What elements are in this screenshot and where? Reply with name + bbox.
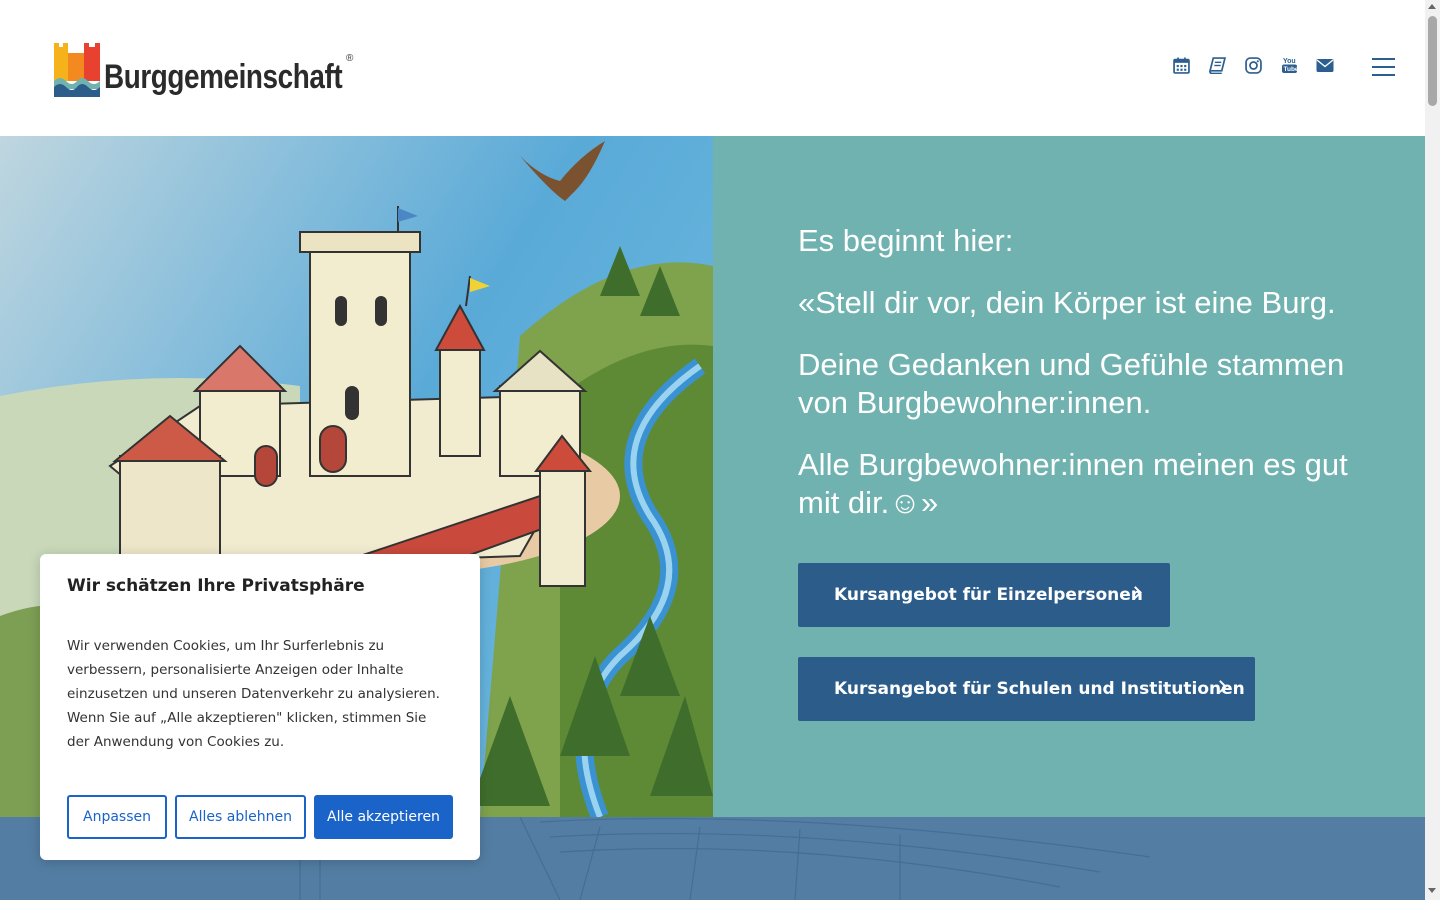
book-icon[interactable] xyxy=(1208,56,1226,74)
site-header: Burggemeinschaft ® You Tube xyxy=(0,0,1425,136)
courses-schools-button[interactable]: Kursangebot für Schulen und Institutione… xyxy=(798,657,1255,721)
header-icon-bar: You Tube xyxy=(1172,56,1334,74)
envelope-icon[interactable] xyxy=(1316,56,1334,74)
cookie-body: Wir verwenden Cookies, um Ihr Surferlebn… xyxy=(67,638,440,750)
calendar-icon[interactable] xyxy=(1172,56,1190,74)
registered-mark: ® xyxy=(346,53,354,64)
hero-text-panel: Es beginnt hier: «Stell dir vor, dein Kö… xyxy=(713,136,1425,817)
courses-individuals-label: Kursangebot für Einzelpersonen xyxy=(834,585,1143,605)
svg-text:You: You xyxy=(1283,58,1296,65)
page-scrollbar[interactable] xyxy=(1425,0,1440,900)
hero-line-1: Es beginnt hier: xyxy=(798,223,1014,258)
castle-logo-icon xyxy=(54,43,100,97)
youtube-icon[interactable]: You Tube xyxy=(1280,56,1298,74)
hero-line-4: Alle Burgbewohner:innen meinen es gut mi… xyxy=(798,447,1348,520)
cookie-customize-button[interactable]: Anpassen xyxy=(67,795,167,839)
logo-wordmark: Burggemeinschaft xyxy=(104,58,343,96)
hero-line-2: «Stell dir vor, dein Körper ist eine Bur… xyxy=(798,285,1336,320)
cookie-title: Wir schätzen Ihre Privatsphäre xyxy=(67,576,365,596)
scroll-thumb[interactable] xyxy=(1428,16,1437,106)
instagram-icon[interactable] xyxy=(1244,56,1262,74)
hero-quote: Es beginnt hier: «Stell dir vor, dein Kö… xyxy=(798,222,1358,546)
hero-line-3: Deine Gedanken und Gefühle stammen von B… xyxy=(798,347,1345,420)
cookie-consent-dialog: Wir schätzen Ihre Privatsphäre Wir verwe… xyxy=(40,554,480,860)
courses-individuals-button[interactable]: Kursangebot für Einzelpersonen xyxy=(798,563,1170,627)
cookie-buttons: Anpassen Alles ablehnen Alle akzeptieren xyxy=(67,795,453,839)
site-logo[interactable]: Burggemeinschaft xyxy=(54,43,395,97)
svg-text:Tube: Tube xyxy=(1283,66,1298,73)
cookie-accept-button[interactable]: Alle akzeptieren xyxy=(314,795,453,839)
courses-schools-label: Kursangebot für Schulen und Institutione… xyxy=(834,679,1245,699)
scroll-up-arrow-icon[interactable] xyxy=(1428,4,1436,9)
hamburger-menu-icon[interactable] xyxy=(1372,58,1395,76)
scroll-down-arrow-icon[interactable] xyxy=(1428,888,1436,893)
cookie-reject-button[interactable]: Alles ablehnen xyxy=(175,795,306,839)
